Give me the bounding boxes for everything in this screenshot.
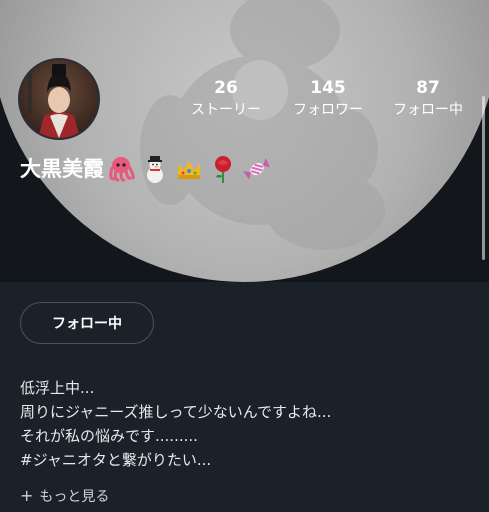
stat-following-label: フォロー中	[393, 102, 463, 118]
profile-name-row: 大黒美霞	[20, 152, 276, 186]
stat-stories[interactable]: 26 ストーリー	[180, 78, 272, 120]
profile-name: 大黒美霞	[20, 157, 104, 181]
following-button[interactable]: フォロー中	[20, 302, 154, 344]
stat-following[interactable]: 87 フォロー中	[382, 78, 474, 120]
profile-header: 26 ストーリー 145 フォロワー 87 フォロー中 大黒美霞	[0, 0, 489, 282]
bio-line: #ジャニオタと繋がりたい...	[20, 451, 212, 469]
crown-emoji-icon	[178, 161, 200, 179]
stat-stories-label: ストーリー	[191, 102, 261, 118]
bio-line: 周りにジャニーズ推しって少ないんですよね...	[20, 403, 332, 421]
avatar[interactable]	[18, 58, 100, 140]
snowman-emoji-icon	[147, 156, 163, 183]
stat-stories-count: 26	[214, 78, 238, 98]
profile-emojis	[106, 154, 276, 184]
scroll-indicator[interactable]	[482, 96, 485, 260]
profile-stats: 26 ストーリー 145 フォロワー 87 フォロー中	[186, 78, 476, 122]
show-more-link[interactable]: + もっと見る	[20, 486, 109, 506]
stat-following-count: 87	[416, 78, 440, 98]
stat-followers-label: フォロワー	[293, 102, 363, 118]
stat-followers-count: 145	[310, 78, 346, 98]
stat-followers[interactable]: 145 フォロワー	[282, 78, 374, 120]
cover-watermark-icon	[140, 0, 385, 250]
octopus-emoji-icon	[109, 157, 135, 182]
bio-line: 低浮上中...	[20, 379, 95, 397]
rose-emoji-icon	[215, 156, 231, 183]
avatar-image	[20, 60, 98, 138]
profile-bio: 低浮上中... 周りにジャニーズ推しって少ないんですよね... それが私の悩みで…	[20, 376, 470, 472]
plus-icon: +	[20, 486, 34, 505]
show-more-label: もっと見る	[39, 489, 110, 505]
candy-emoji-icon	[243, 158, 270, 180]
bio-line: それが私の悩みです.........	[20, 427, 198, 445]
